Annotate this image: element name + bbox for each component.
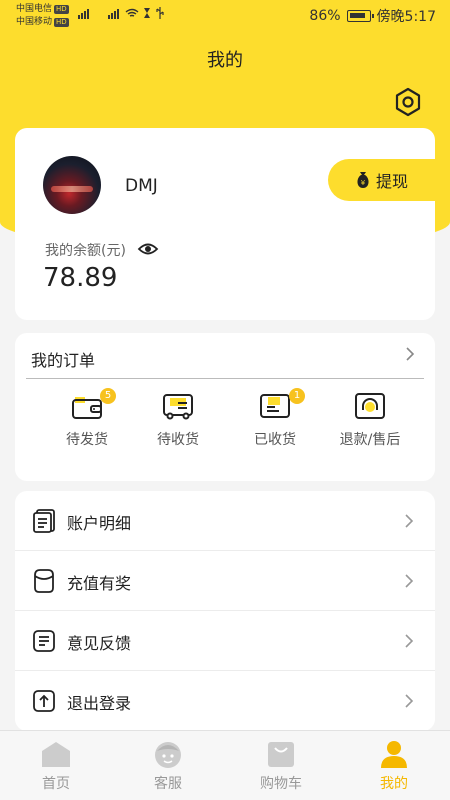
orders-title: 我的订单 <box>31 351 96 370</box>
feedback-icon <box>33 630 55 652</box>
order-received[interactable]: 1 已收货 <box>225 388 325 463</box>
menu-label: 充值有奖 <box>67 574 132 593</box>
order-label: 待收货 <box>157 432 199 448</box>
battery-time: 86% 傍晚5:17 <box>309 6 436 26</box>
wallet-icon <box>72 397 102 419</box>
avatar[interactable] <box>43 156 101 214</box>
menu-logout[interactable]: 退出登录 <box>15 671 435 731</box>
hd-badge: HD <box>54 18 69 27</box>
menu-feedback[interactable]: 意见反馈 <box>15 611 435 671</box>
menu-recharge-rewards[interactable]: 充值有奖 <box>15 551 435 611</box>
order-badge: 1 <box>289 388 305 404</box>
order-pending-receive[interactable]: 待收货 <box>128 391 228 463</box>
menu-card: 账户明细 充值有奖 意见反馈 退出登录 <box>15 491 435 731</box>
status-bar: 中国电信 HD 中国移动 HD 86% 傍晚5:17 <box>0 0 450 34</box>
battery-percent: 86% <box>309 8 341 24</box>
card-icon <box>260 394 290 418</box>
nav-label: 购物车 <box>260 776 302 792</box>
svg-text:¥: ¥ <box>361 179 366 187</box>
menu-label: 退出登录 <box>67 694 132 713</box>
hd-badge: HD <box>54 5 69 14</box>
settings-hexagon-icon[interactable] <box>392 86 424 118</box>
order-label: 退款/售后 <box>339 432 401 448</box>
bottom-nav: 首页 客服 购物车 我的 <box>0 730 450 800</box>
divider <box>26 378 424 379</box>
username: DMJ <box>125 176 158 196</box>
clock: 傍晚5:17 <box>376 9 436 25</box>
chevron-right-icon <box>405 514 414 528</box>
carrier-2: 中国移动 <box>16 17 53 27</box>
withdraw-label: 提现 <box>375 172 408 191</box>
nav-label: 客服 <box>154 776 182 792</box>
gift-bag-icon <box>34 569 54 593</box>
money-bag-icon: ¥ <box>357 172 369 188</box>
chevron-right-icon <box>406 347 415 361</box>
order-pending-ship[interactable]: 5 待发货 <box>37 388 137 463</box>
service-icon <box>155 742 181 768</box>
order-label: 待发货 <box>66 432 108 448</box>
chevron-right-icon <box>405 574 414 588</box>
eye-icon[interactable] <box>137 238 159 260</box>
carrier-1: 中国电信 <box>16 4 53 14</box>
order-refund[interactable]: 退款/售后 <box>320 391 420 463</box>
signal-wifi-icons <box>76 6 176 23</box>
signal-icon <box>78 7 164 19</box>
home-icon <box>42 742 70 767</box>
nav-cart[interactable]: 购物车 <box>225 731 337 800</box>
withdraw-button[interactable]: ¥ 提现 <box>328 159 435 201</box>
carrier-info: 中国电信 HD 中国移动 HD <box>16 3 69 29</box>
nav-label: 我的 <box>380 776 408 792</box>
order-label: 已收货 <box>254 432 296 448</box>
page-title: 我的 <box>207 50 243 71</box>
nav-home[interactable]: 首页 <box>0 731 112 800</box>
profile-icon <box>381 741 407 768</box>
cart-icon <box>268 742 294 767</box>
truck-icon <box>163 394 193 420</box>
headset-icon <box>355 393 385 419</box>
nav-label: 首页 <box>42 776 70 792</box>
balance-label: 我的余额(元) <box>45 243 126 259</box>
nav-profile[interactable]: 我的 <box>338 731 450 800</box>
menu-label: 账户明细 <box>67 514 132 533</box>
menu-label: 意见反馈 <box>67 634 132 653</box>
my-orders-header[interactable]: 我的订单 <box>15 333 435 379</box>
profile-card: DMJ ¥ 提现 我的余额(元) 78.89 <box>15 128 435 320</box>
chevron-right-icon <box>405 694 414 708</box>
balance-value: 78.89 <box>43 263 118 293</box>
orders-card: 我的订单 5 待发货 待收货 1 已收货 退款/售后 <box>15 333 435 481</box>
nav-service[interactable]: 客服 <box>112 731 224 800</box>
logout-icon <box>33 690 55 712</box>
menu-account-details[interactable]: 账户明细 <box>15 491 435 551</box>
battery-icon <box>346 10 374 22</box>
order-badge: 5 <box>100 388 116 404</box>
chevron-right-icon <box>405 634 414 648</box>
document-icon <box>33 509 55 533</box>
